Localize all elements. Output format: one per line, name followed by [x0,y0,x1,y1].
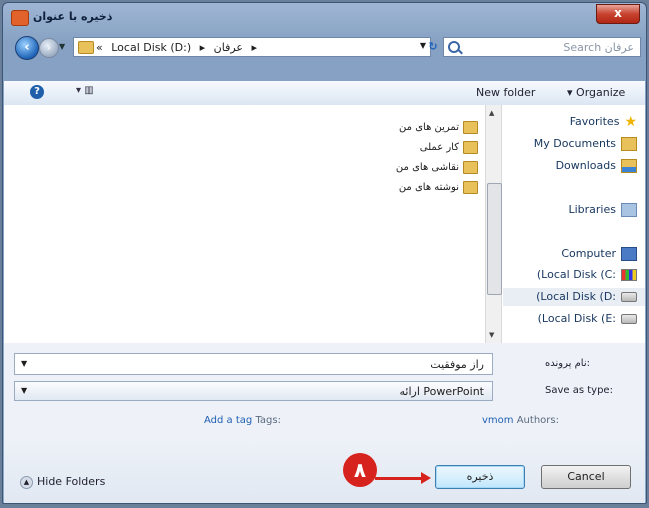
command-bar: ? ▾ ▥ New folder ▾ Organize [4,81,645,106]
tags-label: Tags: [255,415,281,426]
sidebar-item-label: My Documents [533,137,616,150]
save-as-dialog: ذخیره با عنوان x ‹ › ▼ « Local Disk (D:)… [2,2,647,504]
sidebar-item-label: Downloads [555,159,616,172]
organize-label: Organize [576,86,626,99]
file-list[interactable]: تمرین های من کار عملی نقاشی های من نوشته… [4,105,484,343]
sidebar-item-downloads[interactable]: Downloads [556,157,637,175]
search-box[interactable]: Search عرفان [443,37,641,57]
new-folder-button[interactable]: New folder [476,86,535,99]
forward-arrow-icon[interactable]: › [39,38,59,58]
title-bar[interactable]: ذخیره با عنوان x [3,3,646,31]
collapse-chevron-icon: ▲ [20,475,33,489]
search-placeholder: Search عرفان [563,41,634,54]
sidebar-item-label: (Local Disk (C: [536,268,616,281]
sidebar-item-label: (Local Disk (D: [536,290,616,303]
recent-locations-chevron-icon[interactable]: ▼ [59,42,65,51]
authors-field[interactable]: vmom Authors: [482,415,559,426]
breadcrumb-separator[interactable]: ▸ [200,41,206,54]
sidebar-item-label: Computer [561,247,616,260]
navigation-bar: ‹ › ▼ « Local Disk (D:) ▸ عرفان ▸ ▼ ↻ Se… [11,35,641,61]
disk-icon [621,292,637,302]
tags-field[interactable]: Add a tag Tags: [204,415,281,426]
navigation-pane: Favorites ★ My Documents Downloads Librar… [503,105,645,343]
disk-icon [621,314,637,324]
scrollbar-thumb[interactable] [487,183,502,295]
window-title: ذخیره با عنوان [33,10,113,23]
save-as-type-select[interactable]: ▼ ارائه PowerPoint [14,381,493,401]
cancel-button[interactable]: Cancel [541,465,631,489]
filename-label: نام پرونده: [545,358,590,369]
step-number-badge: ۸ [343,453,377,487]
scroll-down-icon[interactable]: ▼ [489,331,494,339]
list-item[interactable]: تمرین های من [399,119,478,137]
folder-icon [463,120,478,134]
sidebar-item-label: Libraries [568,203,616,216]
authors-label: Authors: [516,415,559,426]
file-name: نوشته های من [398,182,459,193]
breadcrumb-overflow[interactable]: « [96,41,103,54]
computer-icon [621,247,637,261]
star-icon: ★ [624,114,637,130]
hide-folders-button[interactable]: ▲ Hide Folders [20,475,105,489]
sidebar-item-label: Favorites [569,115,620,128]
breadcrumb[interactable]: « Local Disk (D:) ▸ عرفان ▸ [96,41,262,54]
scroll-up-icon[interactable]: ▲ [489,109,494,117]
refresh-icon[interactable]: ↻ [423,37,443,57]
breadcrumb-erfan[interactable]: عرفان [214,41,243,54]
folder-icon [463,140,478,154]
libraries-icon [621,203,637,217]
breadcrumb-local-disk-d[interactable]: Local Disk (D:) [111,41,191,54]
list-item[interactable]: کار عملی [420,139,478,157]
filename-value: راز موفقیت [430,358,484,371]
save-button[interactable]: ذخیره [435,465,525,489]
save-as-type-chevron-icon[interactable]: ▼ [21,386,27,395]
close-button[interactable]: x [596,4,640,24]
file-name: تمرین های من [399,122,459,133]
filename-input[interactable]: ▼ راز موفقیت [14,353,493,375]
save-as-type-label: Save as type: [545,385,613,396]
dialog-footer: ▲ Hide Folders ۸ ذخیره Cancel [4,435,645,503]
organize-button[interactable]: ▾ Organize [567,86,625,99]
change-view-icon[interactable]: ▾ ▥ [76,85,94,96]
sidebar-item-libraries[interactable]: Libraries [568,201,637,219]
search-icon [448,41,460,53]
pointer-arrow-icon [375,472,431,484]
browser-area: تمرین های من کار عملی نقاشی های من نوشته… [4,105,645,343]
sidebar-item-local-disk-e[interactable]: (Local Disk (E: [538,310,637,328]
folder-icon [621,137,637,151]
sidebar-item-favorites[interactable]: Favorites ★ [570,113,637,131]
filename-dropdown-chevron-icon[interactable]: ▼ [21,359,27,368]
sidebar-item-local-disk-d[interactable]: (Local Disk (D: [503,288,645,306]
downloads-icon [621,159,637,173]
authors-value[interactable]: vmom [482,415,514,426]
folder-icon [463,180,478,194]
address-bar[interactable]: « Local Disk (D:) ▸ عرفان ▸ ▼ [73,37,431,57]
vertical-scrollbar[interactable]: ▲ ▼ [485,105,502,343]
help-icon[interactable]: ? [30,85,44,99]
list-item[interactable]: نقاشی های من [396,159,478,177]
windows-disk-icon [621,269,637,281]
save-as-type-value: ارائه PowerPoint [399,385,484,398]
sidebar-item-local-disk-c[interactable]: (Local Disk (C: [537,266,637,284]
folder-icon [463,160,478,174]
folder-icon [78,41,94,54]
list-item[interactable]: نوشته های من [399,179,478,197]
powerpoint-icon [11,10,29,26]
save-form: ▼ راز موفقیت نام پرونده: ▼ ارائه PowerPo… [4,343,645,435]
back-arrow-icon[interactable]: ‹ [15,36,39,60]
sidebar-item-label: (Local Disk (E: [537,312,616,325]
tags-value[interactable]: Add a tag [204,415,252,426]
hide-folders-label: Hide Folders [37,475,106,488]
file-name: نقاشی های من [395,162,459,173]
file-name: کار عملی [419,142,459,153]
sidebar-item-my-documents[interactable]: My Documents [534,135,637,153]
breadcrumb-separator[interactable]: ▸ [251,41,257,54]
sidebar-item-computer[interactable]: Computer [561,245,637,263]
